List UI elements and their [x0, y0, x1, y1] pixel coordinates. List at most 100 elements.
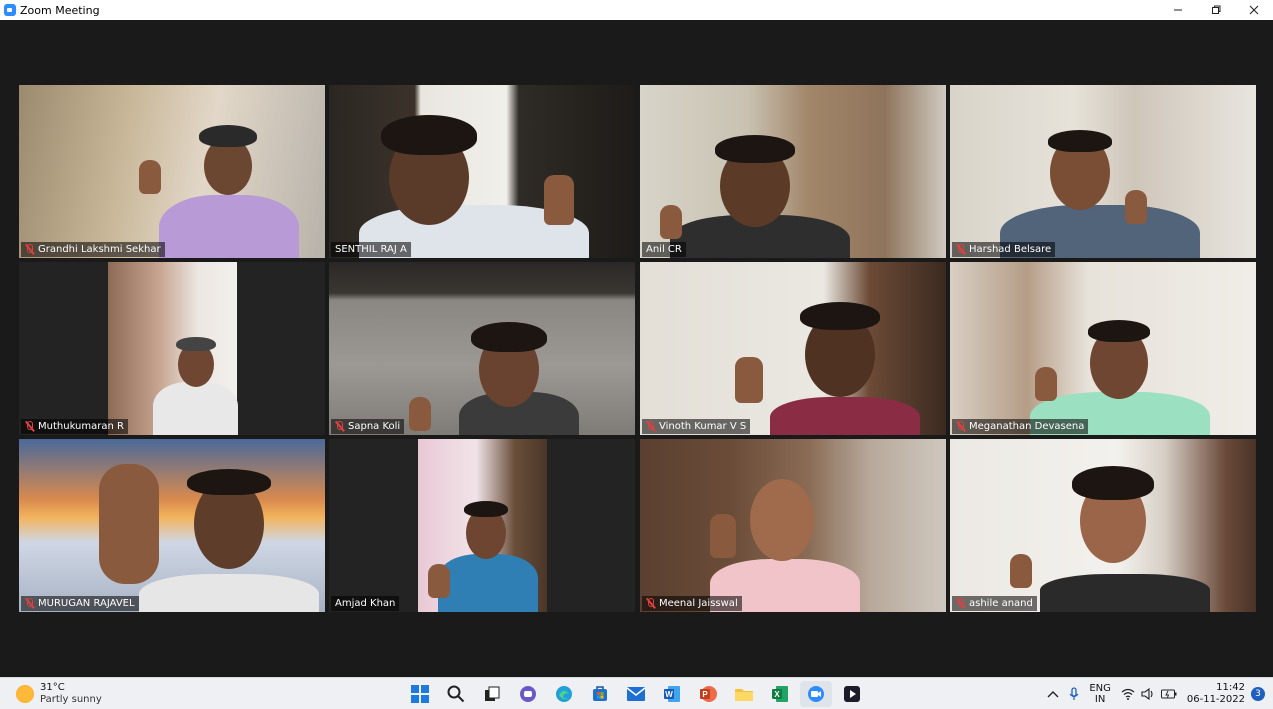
battery-icon — [1160, 689, 1177, 699]
task-view-icon — [485, 686, 500, 701]
participant-tile[interactable]: Meganathan Devasena — [950, 262, 1256, 435]
mail-button[interactable] — [620, 681, 652, 707]
language-code: ENG — [1089, 683, 1111, 694]
input-language-button[interactable]: ENG IN — [1089, 683, 1111, 705]
svg-text:W: W — [665, 690, 673, 699]
zoom-button[interactable] — [800, 681, 832, 707]
participant-tile[interactable]: ashile anand — [950, 439, 1256, 612]
excel-button[interactable]: X — [764, 681, 796, 707]
participant-video — [950, 85, 1256, 258]
zoom-icon — [808, 686, 824, 702]
participant-video — [108, 262, 238, 435]
participant-name-tag: ashile anand — [952, 596, 1037, 611]
start-button[interactable] — [404, 681, 436, 707]
word-button[interactable]: W — [656, 681, 688, 707]
close-icon — [1249, 5, 1259, 15]
participant-tile[interactable]: Harshad Belsare — [950, 85, 1256, 258]
teams-chat-button[interactable] — [512, 681, 544, 707]
store-button[interactable] — [584, 681, 616, 707]
participant-video — [418, 439, 547, 612]
participant-tile[interactable]: Sapna Koli — [329, 262, 635, 435]
microphone-tray-button[interactable] — [1069, 687, 1079, 701]
participant-name-tag: Harshad Belsare — [952, 242, 1056, 257]
participant-name-tag: Sapna Koli — [331, 419, 405, 434]
taskbar-apps: W P X — [404, 681, 868, 707]
network-volume-battery-button[interactable] — [1121, 688, 1177, 700]
participant-name-tag: Anil CR — [642, 242, 686, 257]
powerpoint-icon: P — [700, 686, 717, 702]
edge-icon — [556, 686, 572, 702]
region-code: IN — [1094, 694, 1106, 705]
maximize-button[interactable] — [1197, 0, 1235, 20]
participant-tile[interactable]: MURUGAN RAJAVEL — [19, 439, 325, 612]
store-icon — [593, 686, 607, 701]
notification-badge[interactable]: 3 — [1251, 687, 1265, 701]
close-button[interactable] — [1235, 0, 1273, 20]
mail-icon — [626, 687, 646, 701]
clock-date: 06-11-2022 — [1186, 694, 1245, 705]
participant-video — [640, 439, 946, 612]
wifi-icon — [1121, 688, 1135, 700]
chevron-up-icon — [1047, 691, 1059, 698]
participant-name-tag: MURUGAN RAJAVEL — [21, 596, 139, 611]
title-bar: Zoom Meeting — [0, 0, 1273, 20]
participant-name-tag: Muthukumaran R — [21, 419, 128, 434]
microphone-icon — [1069, 687, 1079, 700]
participant-tile[interactable]: Muthukumaran R — [19, 262, 325, 435]
participant-video — [640, 262, 946, 435]
participant-tile-active-speaker[interactable]: SENTHIL RAJ A — [329, 85, 635, 258]
participant-video — [950, 262, 1256, 435]
window-title: Zoom Meeting — [20, 3, 100, 17]
weather-temperature: 31°C — [40, 682, 65, 693]
participant-tile[interactable]: Anil CR — [640, 85, 946, 258]
gallery-view: Grandhi Lakshmi Sekhar SENTHIL RAJ A Ani… — [0, 20, 1273, 677]
volume-icon — [1141, 688, 1153, 700]
participant-video — [329, 85, 635, 258]
mic-muted-icon — [646, 598, 655, 609]
participant-name-tag: SENTHIL RAJ A — [331, 242, 411, 257]
edge-button[interactable] — [548, 681, 580, 707]
participant-tile[interactable]: Grandhi Lakshmi Sekhar — [19, 85, 325, 258]
minimize-button[interactable] — [1159, 0, 1197, 20]
teams-chat-icon — [520, 686, 536, 702]
mic-muted-icon — [25, 244, 34, 255]
excel-icon: X — [772, 686, 788, 702]
participant-video — [19, 85, 325, 258]
participant-name-tag: Amjad Khan — [331, 596, 400, 611]
mic-muted-icon — [25, 598, 34, 609]
mic-muted-icon — [335, 421, 344, 432]
sun-icon — [16, 685, 34, 703]
file-explorer-icon — [735, 689, 753, 701]
show-hidden-icons-button[interactable] — [1047, 689, 1059, 699]
system-tray: ENG IN 11:42 06-11-2022 3 — [1047, 678, 1273, 709]
media-player-button[interactable] — [836, 681, 868, 707]
participant-tile[interactable]: Amjad Khan — [329, 439, 635, 612]
clock-button[interactable]: 11:42 06-11-2022 — [1187, 682, 1245, 706]
weather-description: Partly sunny — [40, 694, 102, 705]
participant-name-tag: Grandhi Lakshmi Sekhar — [21, 242, 165, 257]
svg-text:P: P — [702, 690, 708, 699]
mic-muted-icon — [956, 421, 965, 432]
search-icon — [447, 685, 465, 703]
media-player-icon — [844, 686, 860, 702]
mic-muted-icon — [956, 244, 965, 255]
windows-taskbar: 31°C Partly sunny W P X ENG IN 11:42 06-… — [0, 677, 1273, 709]
search-button[interactable] — [440, 681, 472, 707]
restore-icon — [1212, 5, 1221, 14]
powerpoint-button[interactable]: P — [692, 681, 724, 707]
participant-tile[interactable]: Meenal Jaisswal — [640, 439, 946, 612]
participant-name-tag: Vinoth Kumar V S — [642, 419, 751, 434]
file-explorer-button[interactable] — [728, 681, 760, 707]
mic-muted-icon — [25, 421, 34, 432]
mic-muted-icon — [646, 421, 655, 432]
task-view-button[interactable] — [476, 681, 508, 707]
clock-time: 11:42 — [1216, 682, 1245, 693]
participant-video — [640, 85, 946, 258]
word-icon: W — [664, 686, 680, 702]
participant-video — [19, 439, 325, 612]
participant-tile[interactable]: Vinoth Kumar V S — [640, 262, 946, 435]
mic-muted-icon — [956, 598, 965, 609]
weather-widget[interactable]: 31°C Partly sunny — [16, 682, 102, 706]
participant-name-tag: Meganathan Devasena — [952, 419, 1089, 434]
window-controls — [1159, 0, 1273, 20]
